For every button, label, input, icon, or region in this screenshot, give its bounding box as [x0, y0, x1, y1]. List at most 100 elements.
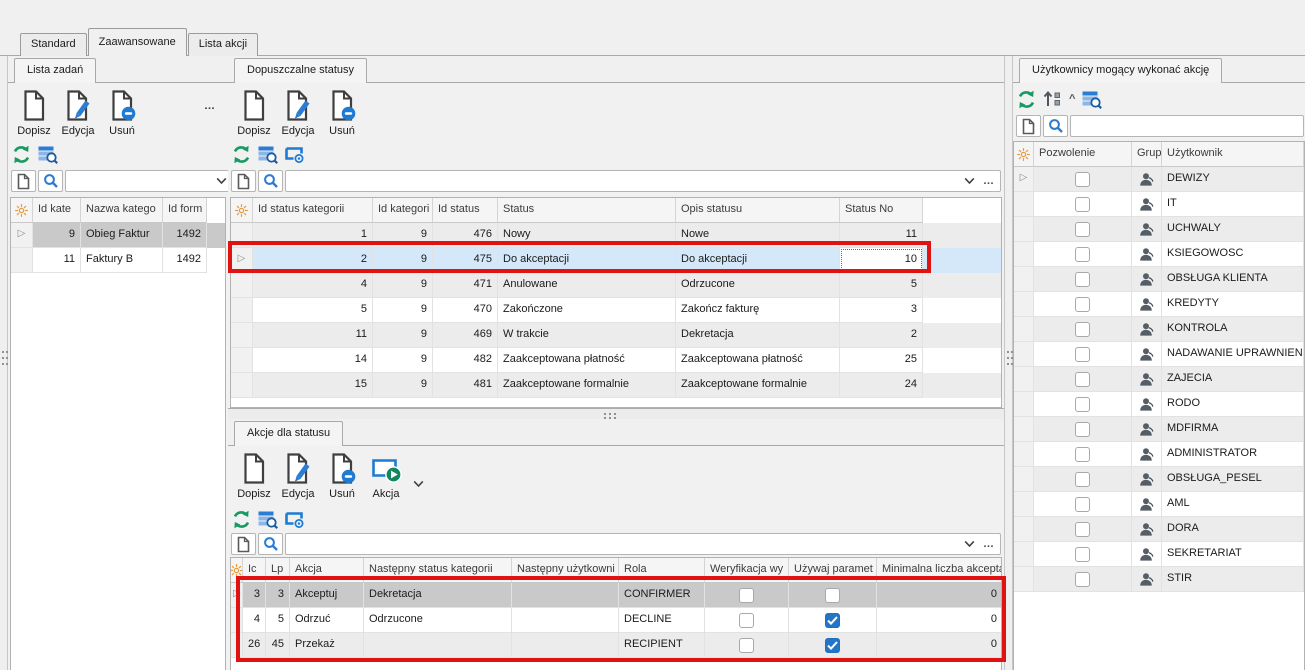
column-header[interactable]: Status — [498, 198, 676, 223]
permission-checkbox[interactable] — [1075, 222, 1090, 237]
verification-checkbox[interactable] — [739, 613, 754, 628]
permission-checkbox[interactable] — [1075, 397, 1090, 412]
use-params-checkbox[interactable] — [825, 613, 840, 628]
permission-checkbox[interactable] — [1075, 422, 1090, 437]
table-row[interactable]: 19476NowyNowe11 — [231, 223, 1001, 248]
tab-lista-zadan[interactable]: Lista zadań — [14, 58, 96, 83]
permission-checkbox[interactable] — [1075, 472, 1090, 487]
table-row[interactable]: NADAWANIE UPRAWNIEN — [1014, 342, 1304, 367]
edycja-button[interactable]: Edycja — [276, 450, 320, 502]
akcja-button[interactable]: Akcja — [364, 450, 408, 502]
table-row[interactable]: KONTROLA — [1014, 317, 1304, 342]
table-row[interactable]: KSIEGOWOSC — [1014, 242, 1304, 267]
table-row[interactable]: UCHWALY — [1014, 217, 1304, 242]
tab-uzytkownicy[interactable]: Użytkownicy mogący wykonać akcję — [1019, 58, 1222, 83]
table-row[interactable]: 59470ZakończoneZakończ fakturę3 — [231, 298, 1001, 323]
column-header[interactable]: Nazwa katego — [81, 198, 163, 223]
grid-search-icon[interactable] — [38, 145, 58, 164]
column-chooser-icon[interactable] — [285, 510, 305, 528]
column-header[interactable]: Pozwolenie — [1034, 142, 1132, 167]
column-header[interactable]: Status No — [840, 198, 923, 223]
new-filter-button[interactable] — [231, 170, 256, 192]
table-row[interactable]: 149482Zaakceptowana płatnośćZaakceptowan… — [231, 348, 1001, 373]
table-row[interactable]: 119469W trakcieDekretacja2 — [231, 323, 1001, 348]
table-row[interactable]: IT — [1014, 192, 1304, 217]
column-header[interactable]: Id kate — [33, 198, 81, 223]
chevron-down-icon[interactable] — [413, 480, 424, 488]
permission-checkbox[interactable] — [1075, 447, 1090, 462]
horizontal-splitter[interactable] — [228, 408, 1004, 419]
column-header[interactable]: Ic — [243, 558, 266, 583]
table-row[interactable]: ZAJECIA — [1014, 367, 1304, 392]
permission-checkbox[interactable] — [1075, 272, 1090, 287]
dopisz-button[interactable]: Dopisz — [12, 87, 56, 139]
table-row[interactable]: 11Faktury B1492 — [11, 248, 225, 273]
search-button[interactable] — [38, 170, 63, 192]
search-input[interactable] — [1075, 117, 1299, 135]
column-header[interactable]: Weryfikacja wy — [705, 558, 789, 583]
column-header[interactable]: Grup — [1132, 142, 1162, 167]
table-row[interactable]: ADMINISTRATOR — [1014, 442, 1304, 467]
search-button[interactable] — [1043, 115, 1068, 137]
grid-search-icon[interactable] — [1082, 90, 1102, 109]
table-row[interactable]: ▷DEWIZY — [1014, 167, 1304, 192]
column-header[interactable]: Opis statusu — [676, 198, 840, 223]
grid-search-icon[interactable] — [258, 145, 278, 164]
collapse-icon[interactable]: ^ — [1069, 94, 1075, 104]
permission-checkbox[interactable] — [1075, 497, 1090, 512]
verification-checkbox[interactable] — [739, 588, 754, 603]
tab-akcje-dla-statusu[interactable]: Akcje dla statusu — [234, 421, 343, 446]
table-row[interactable]: ▷9Obieg Faktur1492 — [11, 223, 225, 248]
filter-options-button[interactable]: … — [983, 538, 994, 550]
column-header[interactable]: Id form — [163, 198, 207, 223]
edycja-button[interactable]: Edycja — [276, 87, 320, 139]
column-header[interactable]: Następny użytkowni — [512, 558, 619, 583]
search-button[interactable] — [258, 170, 283, 192]
column-header[interactable]: Akcja — [290, 558, 364, 583]
permission-checkbox[interactable] — [1075, 522, 1090, 537]
dopisz-button[interactable]: Dopisz — [232, 87, 276, 139]
refresh-icon[interactable] — [232, 145, 251, 164]
new-filter-button[interactable] — [11, 170, 36, 192]
chevron-down-icon[interactable] — [216, 177, 227, 185]
column-header[interactable]: Id status kategorii — [253, 198, 373, 223]
column-header[interactable]: Następny status kategorii — [364, 558, 512, 583]
refresh-icon[interactable] — [1017, 90, 1036, 109]
permission-checkbox[interactable] — [1075, 297, 1090, 312]
column-header[interactable]: Minimalna liczba akceptacji — [877, 558, 1002, 583]
chevron-down-icon[interactable] — [964, 540, 975, 548]
column-header[interactable]: Rola — [619, 558, 705, 583]
column-header[interactable]: Użytkownik — [1162, 142, 1304, 167]
permission-checkbox[interactable] — [1075, 172, 1090, 187]
vertical-splitter-right[interactable] — [1004, 56, 1013, 670]
permission-checkbox[interactable] — [1075, 372, 1090, 387]
table-row[interactable]: 159481Zaakceptowane formalnieZaakceptowa… — [231, 373, 1001, 398]
table-row[interactable]: ▷29475Do akceptacjiDo akceptacji10 — [231, 248, 1001, 273]
permission-checkbox[interactable] — [1075, 197, 1090, 212]
usun-button[interactable]: Usuń — [100, 87, 144, 139]
permission-checkbox[interactable] — [1075, 322, 1090, 337]
filter-options-button[interactable]: … — [983, 175, 994, 187]
table-row[interactable]: DORA — [1014, 517, 1304, 542]
refresh-icon[interactable] — [12, 145, 31, 164]
search-input[interactable] — [290, 535, 960, 553]
table-row[interactable]: 45OdrzućOdrzuconeDECLINE0 — [231, 608, 1001, 633]
table-row[interactable]: AML — [1014, 492, 1304, 517]
grid-search-icon[interactable] — [258, 510, 278, 529]
new-filter-button[interactable] — [1016, 115, 1041, 137]
vertical-splitter-left[interactable] — [0, 56, 8, 670]
table-row[interactable]: ▷33AkceptujDekretacjaCONFIRMER0 — [231, 583, 1001, 608]
use-params-checkbox[interactable] — [825, 588, 840, 603]
dopisz-button[interactable]: Dopisz — [232, 450, 276, 502]
edycja-button[interactable]: Edycja — [56, 87, 100, 139]
column-header[interactable]: Id status — [433, 198, 498, 223]
verification-checkbox[interactable] — [739, 638, 754, 653]
permission-checkbox[interactable] — [1075, 347, 1090, 362]
column-header[interactable]: Id kategori — [373, 198, 433, 223]
usun-button[interactable]: Usuń — [320, 450, 364, 502]
toolbar-overflow-button[interactable]: … — [204, 100, 216, 112]
grid-menu-cell[interactable] — [231, 198, 253, 223]
table-row[interactable]: MDFIRMA — [1014, 417, 1304, 442]
refresh-icon[interactable] — [232, 510, 251, 529]
sort-hierarchy-icon[interactable] — [1043, 90, 1062, 108]
